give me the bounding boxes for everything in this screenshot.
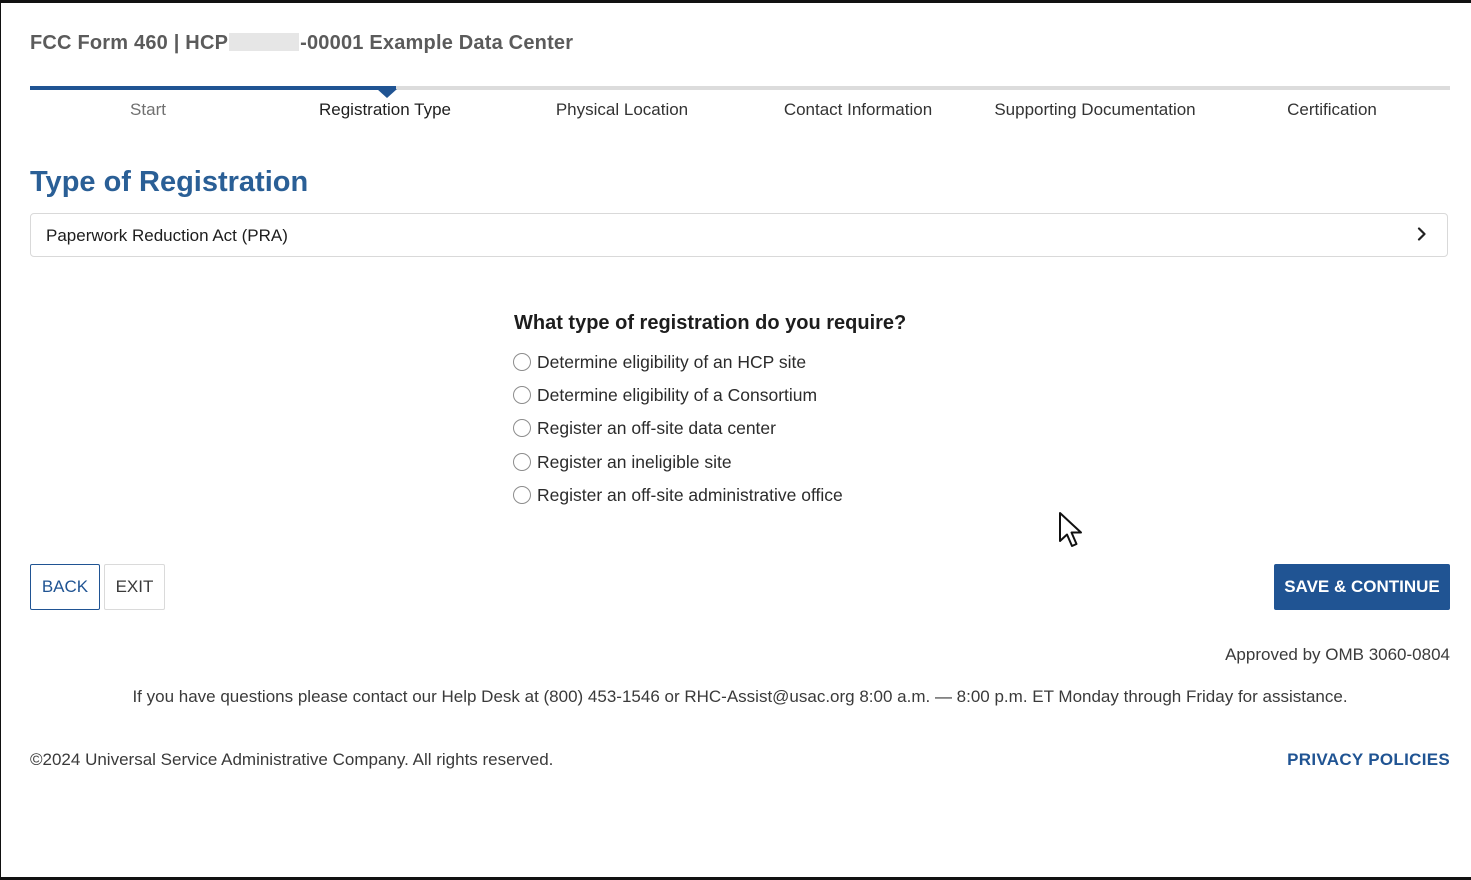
option-label: Register an ineligible site — [537, 451, 732, 472]
option-label: Register an off-site administrative offi… — [537, 484, 843, 505]
section-title: Type of Registration — [30, 166, 309, 198]
radio-button[interactable] — [513, 386, 531, 404]
back-button[interactable]: BACK — [30, 564, 100, 610]
option-off-site-admin-office[interactable]: Register an off-site administrative offi… — [513, 480, 843, 510]
step-certification: Certification — [1287, 100, 1377, 119]
window-top-border — [0, 0, 1471, 3]
form-title-prefix: FCC Form 460 | HCP — [30, 32, 229, 54]
help-desk-text: If you have questions please contact our… — [132, 687, 1348, 706]
step-registration-type: Registration Type — [319, 100, 451, 119]
step-contact-information: Contact Information — [783, 100, 933, 119]
form-title-suffix: -00001 Example Data Center — [300, 32, 574, 54]
progress-fill — [30, 86, 396, 90]
option-consortium[interactable]: Determine eligibility of a Consortium — [513, 380, 817, 410]
option-label: Register an off-site data center — [537, 417, 776, 438]
step-supporting-documentation: Supporting Documentation — [994, 100, 1196, 119]
progress-steps: Start Registration Type Physical Locatio… — [30, 100, 1450, 126]
window-left-border — [0, 0, 1, 880]
option-label: Determine eligibility of a Consortium — [537, 384, 818, 405]
radio-button[interactable] — [513, 419, 531, 437]
chevron-right-icon — [1417, 227, 1426, 241]
option-off-site-data-center[interactable]: Register an off-site data center — [513, 413, 776, 443]
pra-accordion[interactable]: Paperwork Reduction Act (PRA) — [30, 213, 1448, 257]
step-start: Start — [130, 100, 166, 119]
exit-button[interactable]: EXIT — [104, 564, 165, 610]
radio-button[interactable] — [513, 453, 531, 471]
copyright: ©2024 Universal Service Administrative C… — [30, 750, 554, 769]
radio-button[interactable] — [513, 486, 531, 504]
radio-button[interactable] — [513, 353, 531, 371]
option-hcp-site[interactable]: Determine eligibility of an HCP site — [513, 347, 806, 377]
save-continue-button[interactable]: SAVE & CONTINUE — [1274, 564, 1450, 610]
step-physical-location: Physical Location — [555, 100, 689, 119]
mouse-pointer-icon — [1059, 512, 1082, 547]
accordion-label: Paperwork Reduction Act (PRA) — [46, 226, 288, 245]
privacy-policies-link[interactable]: PRIVACY POLICIES — [1287, 750, 1450, 770]
option-ineligible-site[interactable]: Register an ineligible site — [513, 447, 732, 477]
form-title: FCC Form 460 | HCP -00001 Example Data Ce… — [30, 32, 573, 55]
registration-question: What type of registration do you require… — [514, 312, 907, 334]
option-label: Determine eligibility of an HCP site — [537, 351, 807, 372]
progress-current-indicator — [377, 89, 397, 98]
redacted-id — [229, 33, 300, 51]
omb-approval: Approved by OMB 3060-0804 — [1225, 645, 1450, 664]
